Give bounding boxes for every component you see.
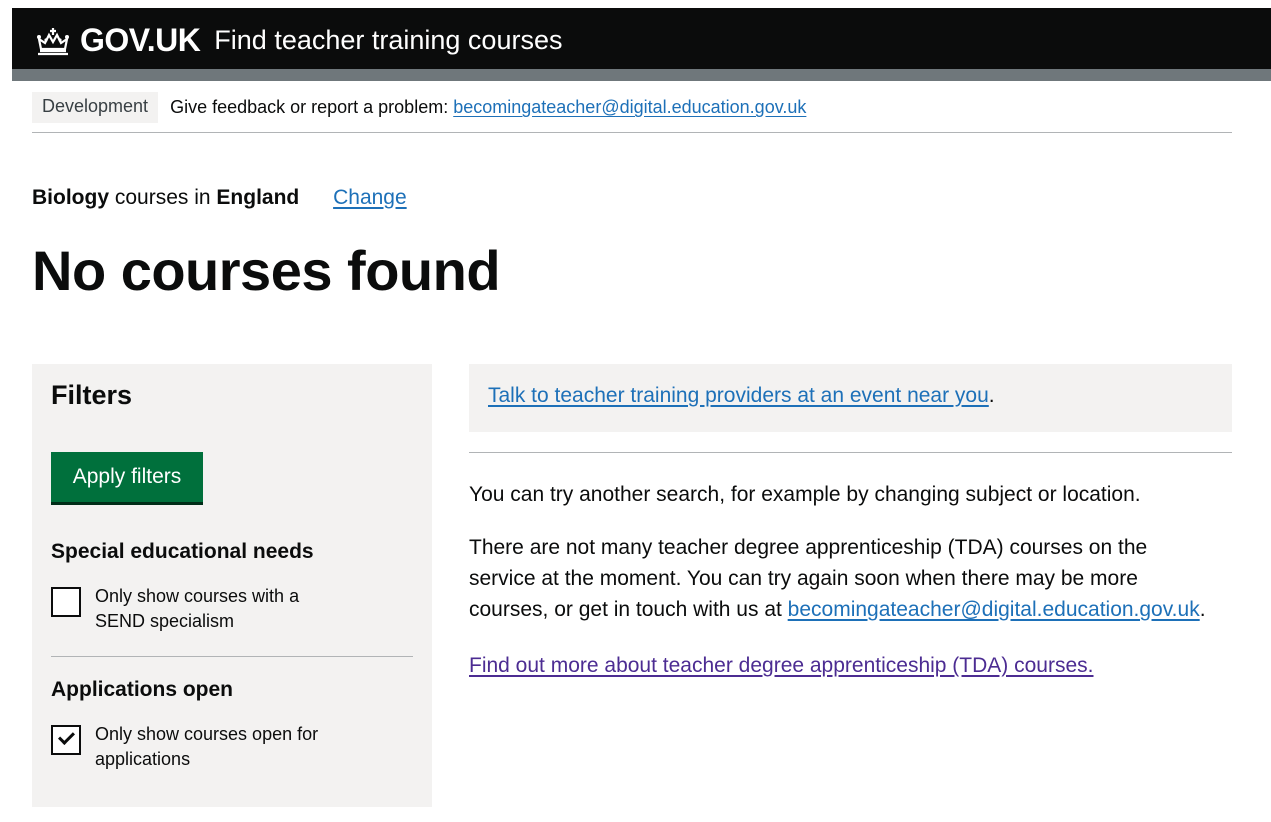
send-checkbox[interactable] bbox=[51, 587, 81, 617]
filters-panel: Filters Apply filters Special educationa… bbox=[32, 364, 432, 807]
applications-open-filter-option[interactable]: Only show courses open for applications bbox=[51, 722, 335, 772]
send-checkbox-label[interactable]: Only show courses with a SEND specialism bbox=[95, 584, 335, 634]
tda-more-info-link[interactable]: Find out more about teacher degree appre… bbox=[469, 654, 1094, 677]
tda-info-text: There are not many teacher degree appren… bbox=[469, 532, 1214, 625]
results-area: Talk to teacher training providers at an… bbox=[469, 364, 1232, 681]
site-header: GOV.UK Find teacher training courses bbox=[12, 8, 1271, 81]
tda-link-paragraph: Find out more about teacher degree appre… bbox=[469, 650, 1214, 681]
search-subject: Biology bbox=[32, 186, 109, 209]
results-divider bbox=[469, 452, 1232, 453]
phase-tag: Development bbox=[32, 92, 159, 123]
page-title: No courses found bbox=[32, 239, 501, 302]
header-logo-group[interactable]: GOV.UK Find teacher training courses bbox=[32, 22, 562, 59]
filter-divider bbox=[51, 656, 413, 657]
crown-icon bbox=[37, 27, 69, 55]
events-link[interactable]: Talk to teacher training providers at an… bbox=[488, 384, 989, 407]
try-another-search-text: You can try another search, for example … bbox=[469, 483, 1141, 506]
feedback-text: Give feedback or report a problem: bbox=[170, 97, 449, 117]
send-filter-title: Special educational needs bbox=[51, 540, 314, 563]
applications-open-checkbox-label[interactable]: Only show courses open for applications bbox=[95, 722, 335, 772]
events-link-suffix: . bbox=[988, 384, 995, 407]
search-location: England bbox=[216, 186, 300, 209]
applications-open-checkbox[interactable] bbox=[51, 725, 81, 755]
service-name[interactable]: Find teacher training courses bbox=[214, 25, 562, 56]
govuk-logo-text[interactable]: GOV.UK bbox=[80, 22, 201, 59]
applications-open-filter-title: Applications open bbox=[51, 678, 234, 701]
filters-title: Filters bbox=[51, 380, 133, 410]
send-filter-option[interactable]: Only show courses with a SEND specialism bbox=[51, 584, 335, 634]
header-bar bbox=[12, 69, 1271, 81]
tda-info-suffix: . bbox=[1199, 598, 1206, 621]
phase-banner-text: Give feedback or report a problem: becom… bbox=[170, 97, 806, 118]
event-panel: Talk to teacher training providers at an… bbox=[469, 364, 1232, 432]
contact-email-link[interactable]: becomingateacher@digital.education.gov.u… bbox=[788, 598, 1200, 621]
feedback-email-link[interactable]: becomingateacher@digital.education.gov.u… bbox=[453, 97, 806, 117]
search-context-middle: courses in bbox=[114, 186, 211, 209]
change-search-link[interactable]: Change bbox=[333, 186, 407, 209]
apply-filters-button[interactable]: Apply filters bbox=[51, 452, 203, 502]
search-context: Biology courses in England Change bbox=[32, 186, 407, 210]
checkmark-icon bbox=[58, 728, 75, 745]
phase-banner: Development Give feedback or report a pr… bbox=[32, 92, 1232, 133]
